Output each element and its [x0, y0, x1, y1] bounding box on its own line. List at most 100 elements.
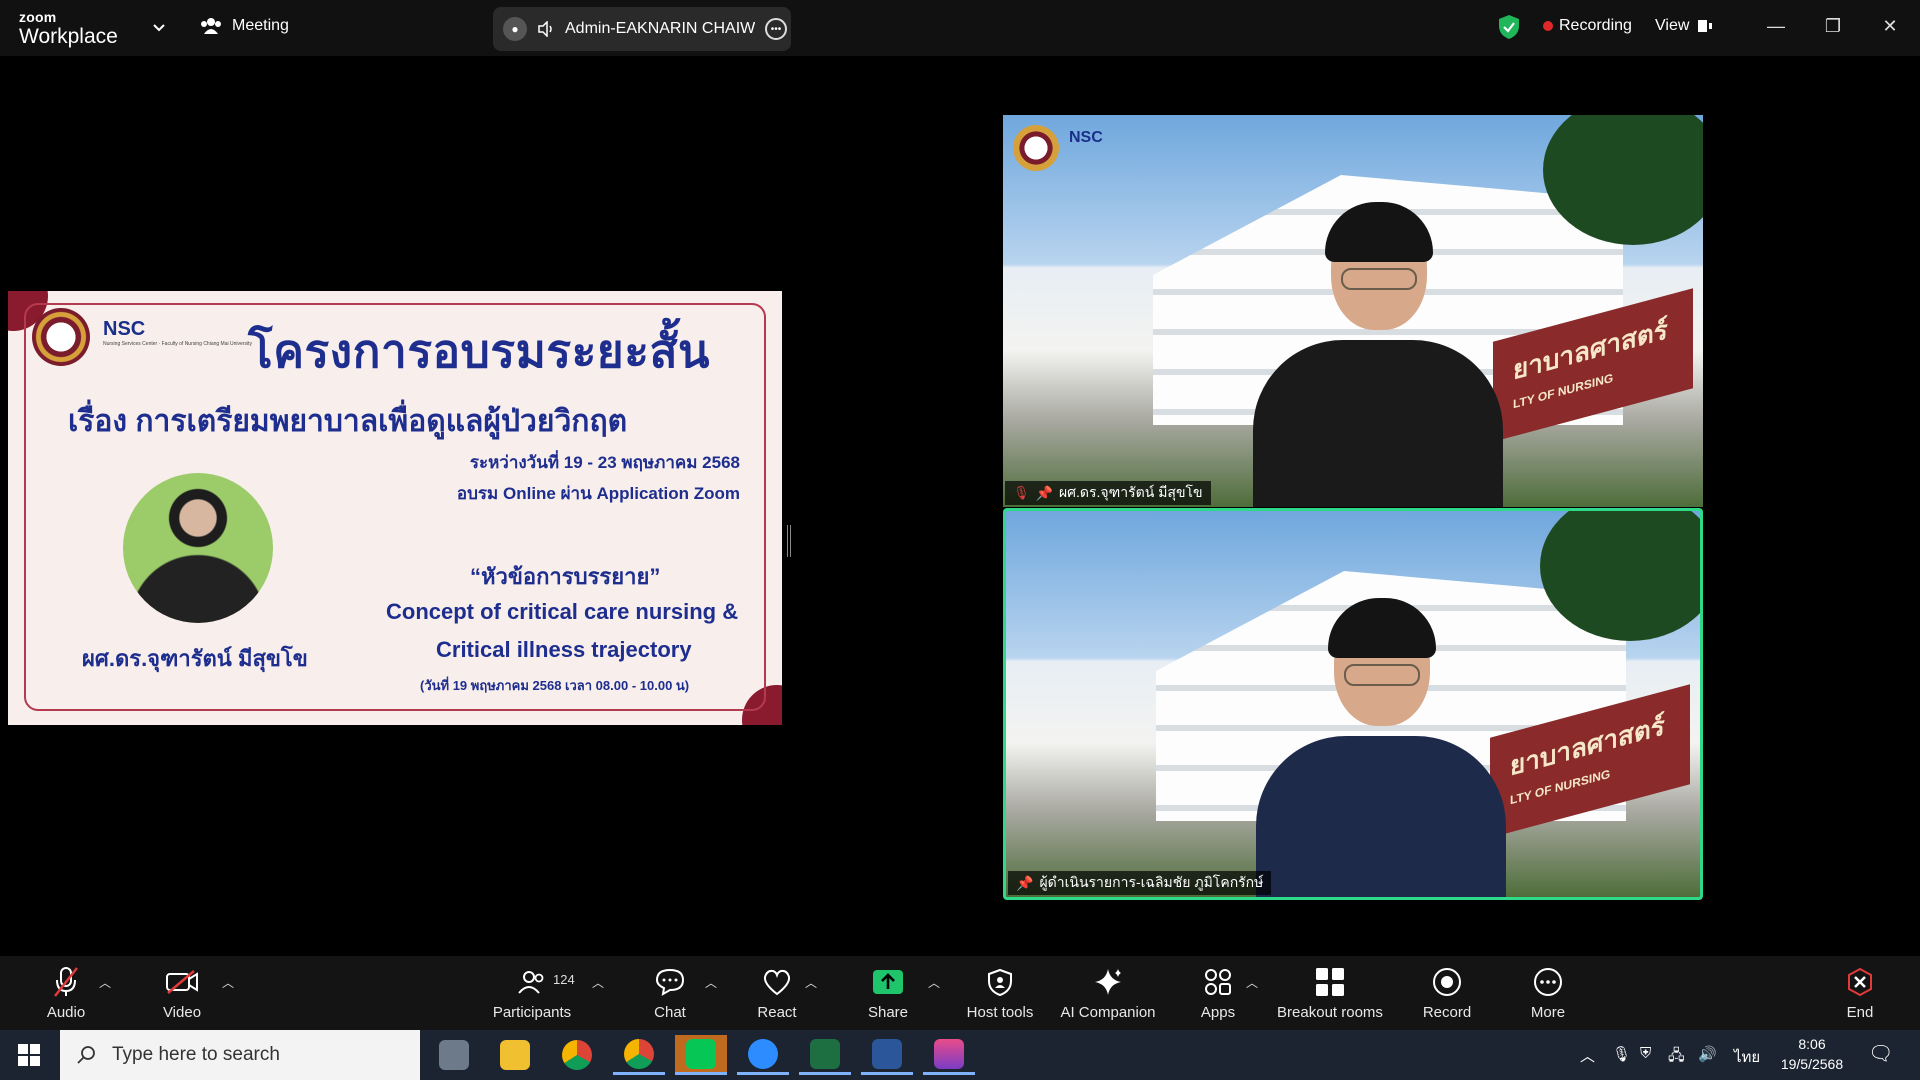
network-tray-icon[interactable]: 🖧: [1668, 1045, 1685, 1070]
participants-options-caret-icon[interactable]: ︿: [592, 974, 604, 991]
react-button[interactable]: React: [755, 956, 799, 1030]
apps-icon: [1201, 966, 1235, 998]
tray-chevron-up-icon[interactable]: ︿: [1580, 1045, 1595, 1066]
host-tools-button[interactable]: Host tools: [962, 956, 1038, 1030]
security-tray-icon[interactable]: ⛨: [1640, 1045, 1651, 1062]
participants-count: 124: [553, 972, 575, 987]
chat-options-caret-icon[interactable]: ︿: [705, 974, 717, 991]
line-app-icon[interactable]: [675, 1035, 727, 1075]
end-icon: [1843, 966, 1877, 998]
slide-topic-label: “หัวข้อการบรรยาย”: [470, 564, 661, 589]
restore-icon[interactable]: ❐: [1821, 14, 1845, 38]
mic-muted-icon: [49, 966, 83, 998]
chevron-down-icon[interactable]: [152, 20, 166, 34]
volume-tray-icon[interactable]: 🔊: [1698, 1045, 1717, 1063]
view-menu[interactable]: View: [1655, 17, 1713, 35]
title-bar: zoom Workplace Meeting ● Admin-EAKNARIN …: [0, 0, 1920, 56]
participants-label: Participants: [492, 1003, 572, 1021]
nsc-logo-subtext: Nursing Services Center · Faculty of Nur…: [103, 341, 252, 347]
zoom-workplace-logo: zoom Workplace: [19, 10, 118, 47]
participant-body: [1256, 736, 1506, 897]
speaker-avatar: ●: [503, 17, 527, 41]
share-screen-icon: [871, 966, 905, 998]
notification-center-icon[interactable]: 🗨: [1868, 1041, 1893, 1066]
split-view-resize-handle[interactable]: [787, 525, 791, 557]
taskbar-clock[interactable]: 8:06 19/5/2568: [1772, 1034, 1852, 1074]
chat-label: Chat: [654, 1003, 686, 1021]
ai-sparkle-icon: [1091, 966, 1125, 998]
meeting-menu[interactable]: Meeting: [200, 16, 289, 36]
active-speaker-name: Admin-EAKNARIN CHAIWOO: [565, 20, 755, 37]
more-options-icon[interactable]: •••: [765, 18, 787, 40]
apps-button[interactable]: Apps: [1196, 956, 1240, 1030]
participant-video: [1256, 598, 1506, 897]
view-label: View: [1655, 17, 1690, 34]
participant-nametag: 📌 ผู้ดำเนินรายการ-เฉลิมชัย ภูมิโคกรักษ์: [1008, 871, 1272, 895]
books-app-icon[interactable]: [923, 1035, 975, 1075]
participant-glasses: [1341, 268, 1417, 290]
word-icon[interactable]: [861, 1035, 913, 1075]
recording-indicator[interactable]: Recording: [1543, 17, 1632, 35]
minimize-icon[interactable]: —: [1764, 14, 1788, 38]
slide-topic-line-1: Concept of critical care nursing &: [386, 599, 739, 624]
video-tile-active-speaker[interactable]: ยาบาลศาสตร์ LTY OF NURSING 📌 ผู้ดำเนินรา…: [1003, 508, 1703, 900]
input-language[interactable]: ไทย: [1734, 1045, 1760, 1069]
chrome-icon[interactable]: [551, 1035, 603, 1075]
more-label: More: [1530, 1003, 1566, 1021]
slide-date-range: ระหว่างวันที่ 19 - 23 พฤษภาคม 2568: [469, 453, 740, 472]
more-icon: [1531, 966, 1565, 998]
encryption-shield-icon[interactable]: [1498, 14, 1520, 40]
participant-nametag: 🎙 📌 ผศ.ดร.จุฑารัตน์ มีสุขโข: [1005, 481, 1211, 505]
microphone-tray-icon[interactable]: 🎙: [1612, 1045, 1631, 1063]
video-button[interactable]: Video: [160, 956, 204, 1030]
zoom-app-icon[interactable]: [737, 1035, 789, 1075]
participant-name: ผู้ดำเนินรายการ-เฉลิมชัย ภูมิโคกรักษ์: [1039, 874, 1264, 890]
participants-icon: [515, 966, 549, 998]
slide-time: (วันที่ 19 พฤษภาคม 2568 เวลา 08.00 - 10.…: [420, 678, 690, 693]
share-options-caret-icon[interactable]: ︿: [928, 974, 940, 991]
participant-hair: [1325, 202, 1433, 262]
excel-icon[interactable]: [799, 1035, 851, 1075]
more-button[interactable]: More: [1526, 956, 1570, 1030]
meeting-label: Meeting: [232, 17, 289, 34]
end-label: End: [1846, 1003, 1874, 1021]
taskbar-search-box[interactable]: Type here to search: [60, 1030, 420, 1080]
audio-button[interactable]: Audio: [44, 956, 88, 1030]
slide-speaker-name: ผศ.ดร.จุฑารัตน์ มีสุขโข: [82, 646, 308, 671]
record-button[interactable]: Record: [1422, 956, 1472, 1030]
audio-label: Audio: [46, 1003, 86, 1021]
close-icon[interactable]: ✕: [1878, 14, 1902, 38]
video-options-caret-icon[interactable]: ︿: [222, 974, 234, 991]
record-icon: [1430, 966, 1464, 998]
slide-title: โครงการอบรมระยะสั้น: [248, 325, 710, 377]
active-speaker-indicator[interactable]: ● Admin-EAKNARIN CHAIWOO •••: [493, 7, 791, 51]
heart-icon: [760, 966, 794, 998]
audio-options-caret-icon[interactable]: ︿: [99, 974, 111, 991]
slide-topic-line-2: Critical illness trajectory: [436, 637, 692, 662]
apps-options-caret-icon[interactable]: ︿: [1246, 974, 1258, 991]
end-meeting-button[interactable]: End: [1840, 956, 1880, 1030]
share-button[interactable]: Share: [866, 956, 910, 1030]
host-tools-label: Host tools: [966, 1003, 1034, 1021]
nsc-logo: NSC: [1069, 129, 1103, 146]
nsc-logo-text: NSC: [103, 318, 146, 340]
participants-button[interactable]: Participants: [488, 956, 576, 1030]
record-label: Record: [1422, 1003, 1472, 1021]
file-explorer-icon[interactable]: [489, 1035, 541, 1075]
breakout-rooms-label: Breakout rooms: [1277, 1003, 1383, 1021]
windows-start-icon[interactable]: [18, 1044, 40, 1066]
react-options-caret-icon[interactable]: ︿: [805, 974, 817, 991]
ai-companion-button[interactable]: AI Companion: [1058, 956, 1158, 1030]
chat-icon: [653, 966, 687, 998]
clock-time: 8:06: [1798, 1036, 1826, 1052]
chat-button[interactable]: Chat: [650, 956, 690, 1030]
recording-dot-icon: [1543, 21, 1553, 31]
chrome-profile-icon[interactable]: [613, 1035, 665, 1075]
search-icon: [77, 1046, 95, 1064]
participant-hair: [1328, 598, 1436, 658]
video-tile[interactable]: ยาบาลศาสตร์ LTY OF NURSING NSC 🎙 📌 ผศ.ดร…: [1003, 115, 1703, 507]
camera-app-icon[interactable]: [428, 1035, 480, 1075]
breakout-rooms-button[interactable]: Breakout rooms: [1274, 956, 1386, 1030]
search-placeholder: Type here to search: [112, 1044, 280, 1065]
pin-icon: 📌: [1016, 874, 1034, 891]
